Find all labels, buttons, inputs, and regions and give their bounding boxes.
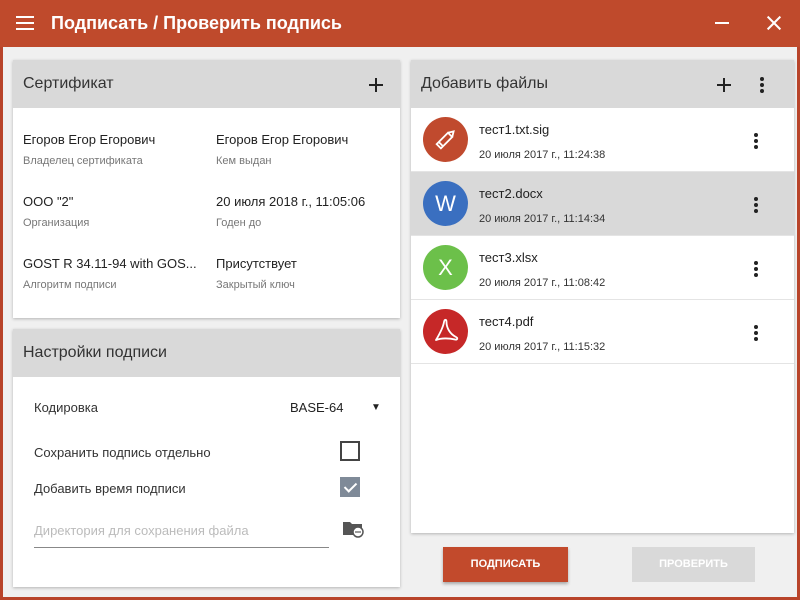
cert-algorithm-label: Алгоритм подписи: [23, 279, 117, 291]
save-separately-checkbox[interactable]: [340, 441, 360, 461]
certificate-card: Сертификат Егоров Егор Егорович Владелец…: [13, 60, 400, 318]
encoding-value: BASE-64: [290, 400, 344, 415]
add-certificate-icon[interactable]: [369, 78, 383, 92]
file-name: тест1.txt.sig: [479, 122, 550, 137]
file-row[interactable]: W тест2.docx 20 июля 2017 г., 11:14:34: [411, 172, 794, 236]
cert-org-value: ООО "2": [23, 194, 74, 209]
files-menu-icon[interactable]: [760, 77, 764, 93]
file-name: тест3.xlsx: [479, 250, 538, 265]
pdf-icon: [423, 309, 468, 354]
file-date: 20 июля 2017 г., 11:14:34: [479, 213, 606, 225]
cert-org-label: Организация: [23, 217, 90, 229]
folder-icon[interactable]: [342, 518, 364, 538]
dropdown-arrow-icon: ▼: [371, 402, 381, 413]
close-icon[interactable]: [765, 14, 783, 32]
file-type-letter: W: [435, 191, 456, 216]
file-date: 20 июля 2017 г., 11:24:38: [479, 149, 606, 161]
file-row[interactable]: тест4.pdf 20 июля 2017 г., 11:15:32: [411, 300, 794, 364]
file-menu-icon[interactable]: [754, 197, 758, 213]
cert-algorithm-value: GOST R 34.11-94 with GOS...: [23, 256, 197, 271]
excel-icon: X: [423, 245, 468, 290]
file-date: 20 июля 2017 г., 11:08:42: [479, 277, 606, 289]
add-time-label: Добавить время подписи: [34, 481, 186, 496]
cert-issuer-label: Кем выдан: [216, 155, 272, 167]
pencil-icon: [423, 117, 468, 162]
cert-owner-value: Егоров Егор Егорович: [23, 132, 156, 147]
cert-algorithm-field: GOST R 34.11-94 with GOS... Алгоритм под…: [23, 256, 203, 291]
file-name: тест4.pdf: [479, 314, 534, 329]
encoding-select[interactable]: BASE-64 ▼: [290, 400, 385, 418]
settings-header: Настройки подписи: [13, 329, 400, 377]
cert-owner-label: Владелец сертификата: [23, 155, 143, 167]
file-menu-icon[interactable]: [754, 325, 758, 341]
directory-input[interactable]: [34, 514, 329, 548]
cert-valid-field: 20 июля 2018 г., 11:05:06 Годен до: [216, 194, 396, 229]
cert-private-key-value: Присутствует: [216, 256, 297, 271]
window-title: Подписать / Проверить подпись: [51, 13, 342, 33]
add-time-checkbox[interactable]: [340, 477, 360, 497]
cert-org-field: ООО "2" Организация: [23, 194, 203, 229]
word-icon: W: [423, 181, 468, 226]
cert-private-key-field: Присутствует Закрытый ключ: [216, 256, 396, 291]
certificate-header: Сертификат: [13, 60, 400, 108]
hamburger-menu-icon[interactable]: [16, 16, 34, 30]
main-content: Сертификат Егоров Егор Егорович Владелец…: [3, 47, 797, 597]
file-menu-icon[interactable]: [754, 261, 758, 277]
file-name: тест2.docx: [479, 186, 543, 201]
file-row[interactable]: тест1.txt.sig 20 июля 2017 г., 11:24:38: [411, 108, 794, 172]
cert-issuer-field: Егоров Егор Егорович Кем выдан: [216, 132, 396, 167]
cert-valid-value: 20 июля 2018 г., 11:05:06: [216, 194, 366, 209]
sign-button[interactable]: ПОДПИСАТЬ: [443, 547, 568, 582]
cert-owner-field: Егоров Егор Егорович Владелец сертификат…: [23, 132, 203, 167]
save-separately-label: Сохранить подпись отдельно: [34, 445, 211, 460]
files-header: Добавить файлы: [411, 60, 794, 108]
cert-issuer-value: Егоров Егор Егорович: [216, 132, 349, 147]
minimize-icon[interactable]: [715, 22, 729, 24]
file-menu-icon[interactable]: [754, 133, 758, 149]
files-title: Добавить файлы: [421, 75, 548, 92]
verify-button[interactable]: ПРОВЕРИТЬ: [632, 547, 755, 582]
settings-card: Настройки подписи Кодировка BASE-64 ▼ Со…: [13, 329, 400, 587]
certificate-title: Сертификат: [23, 75, 114, 92]
encoding-label: Кодировка: [34, 400, 98, 415]
app-window: Подписать / Проверить подпись Сертификат…: [0, 0, 800, 600]
add-file-icon[interactable]: [717, 78, 731, 92]
file-row[interactable]: X тест3.xlsx 20 июля 2017 г., 11:08:42: [411, 236, 794, 300]
files-card: Добавить файлы тест1.txt.sig 20 июля 201…: [411, 60, 794, 533]
settings-title: Настройки подписи: [23, 344, 167, 361]
file-date: 20 июля 2017 г., 11:15:32: [479, 341, 606, 353]
cert-private-key-label: Закрытый ключ: [216, 279, 295, 291]
cert-valid-label: Годен до: [216, 217, 262, 229]
file-type-letter: X: [438, 255, 453, 280]
title-bar: Подписать / Проверить подпись: [0, 0, 800, 47]
